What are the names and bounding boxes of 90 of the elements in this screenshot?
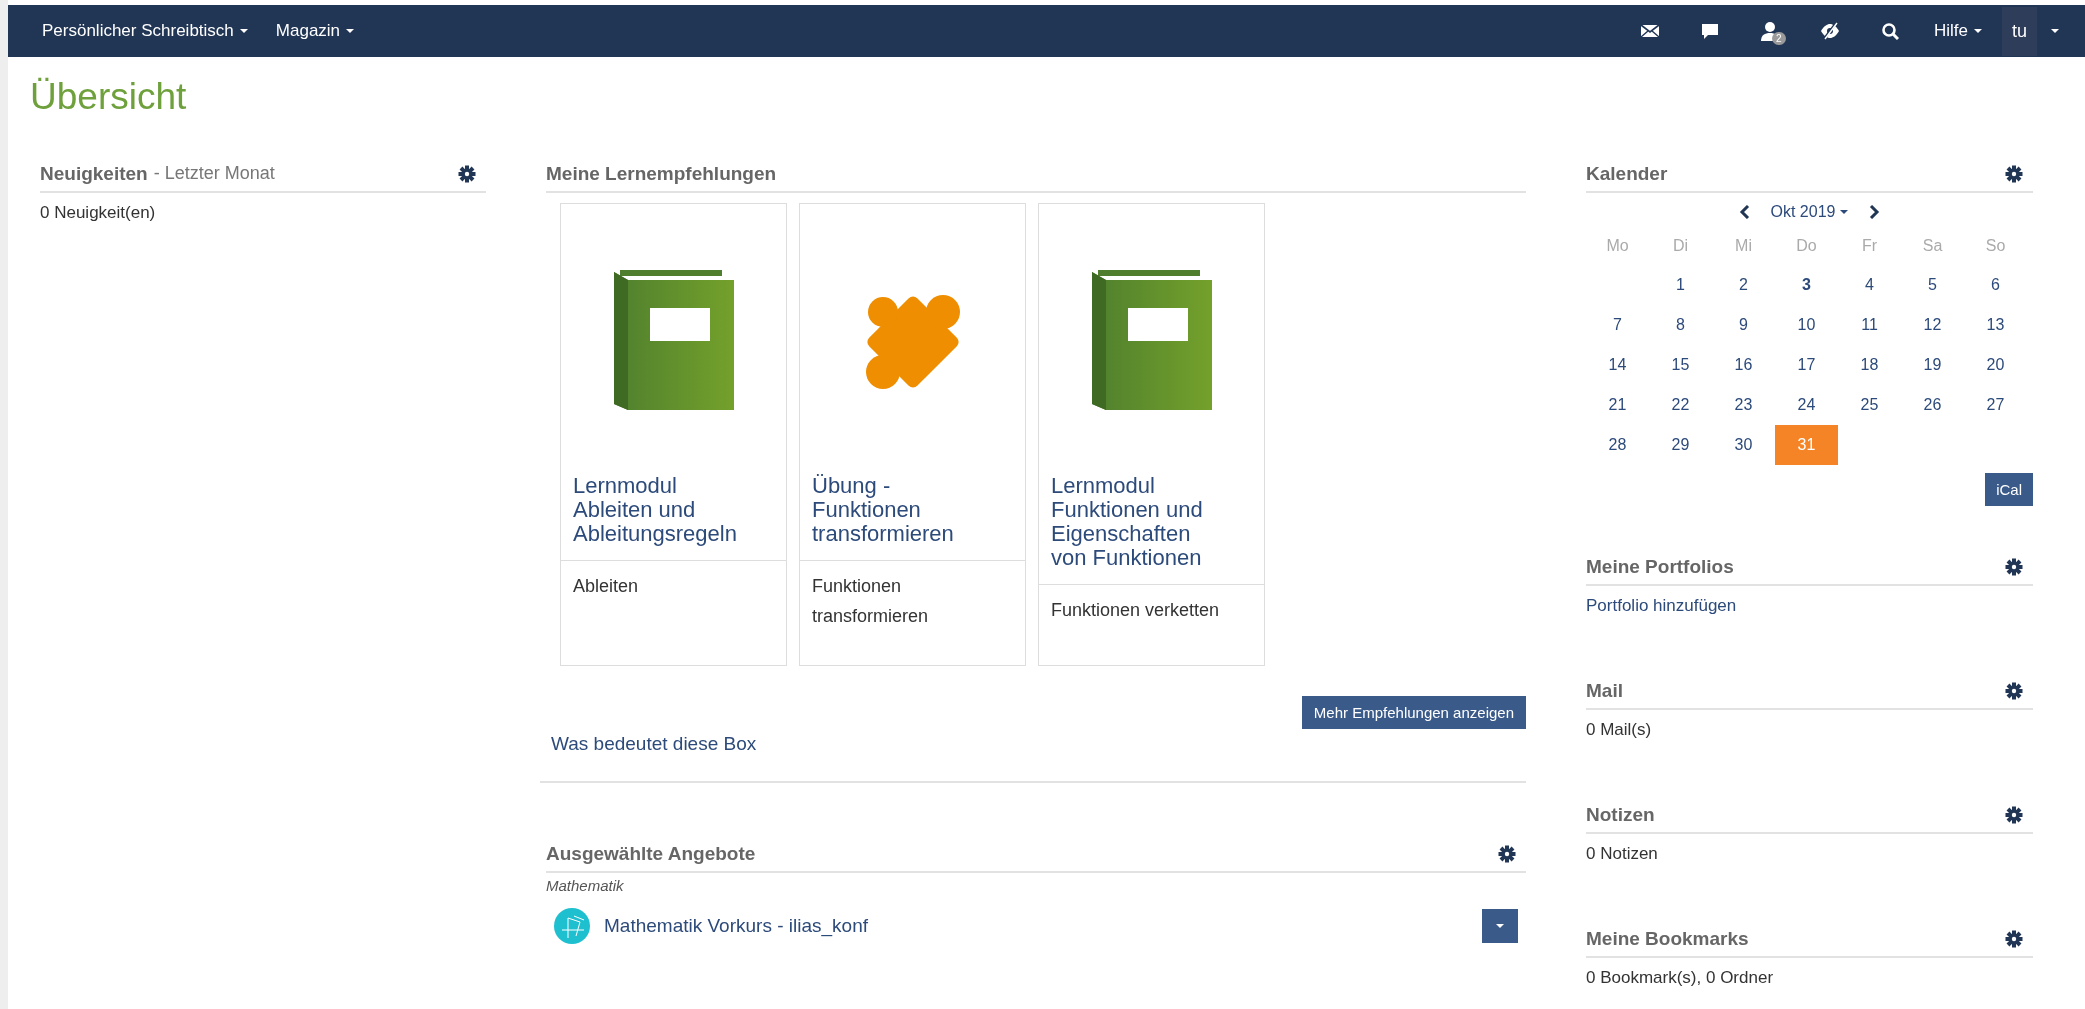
block-title: Notizen <box>1586 804 1655 826</box>
card-title: Lernmodul Ableiten und Ableitungsregeln <box>572 472 738 548</box>
help-menu[interactable]: Hilfe <box>1919 21 1996 41</box>
chat-icon <box>1700 22 1719 40</box>
calendar-day[interactable]: 20 <box>1964 345 2027 385</box>
weekday-label: Do <box>1795 236 1818 256</box>
calendar-day[interactable]: 12 <box>1901 305 1964 345</box>
calendar-day[interactable]: 2 <box>1712 265 1775 305</box>
calendar-day[interactable]: 29 <box>1649 425 1712 465</box>
calendar-day[interactable]: 7 <box>1586 305 1649 345</box>
calendar-day[interactable]: 6 <box>1964 265 2027 305</box>
calendar-day[interactable]: 30 <box>1712 425 1775 465</box>
weekday-label: Di <box>1671 236 1690 256</box>
mail-icon <box>1639 22 1660 40</box>
calendar-day[interactable]: 23 <box>1712 385 1775 425</box>
card-subtitle: Funktionen verketten <box>1039 584 1264 665</box>
settings-icon[interactable] <box>458 165 476 183</box>
weekday-label: Sa <box>1921 236 1944 256</box>
calendar-day[interactable]: 13 <box>1964 305 2027 345</box>
page-title: Übersicht <box>30 75 188 119</box>
block-title: Meine Lernempfehlungen <box>546 163 777 185</box>
caret-icon <box>1496 924 1504 928</box>
category-label: Mathematik <box>546 877 625 894</box>
calendar-day[interactable]: 21 <box>1586 385 1649 425</box>
more-recommendations-button[interactable]: Mehr Empfehlungen anzeigen <box>1301 696 1526 729</box>
card-title: Lernmodul Funktionen und Eigenschaften von Funktionen <box>1050 472 1204 572</box>
settings-icon[interactable] <box>2005 558 2023 576</box>
block-title: Kalender <box>1586 163 1668 185</box>
calendar-day[interactable]: 10 <box>1775 305 1838 345</box>
block-subtitle: - Letzter Monat <box>153 163 275 185</box>
recommendation-card[interactable]: Übung - Funktionen transformieren Funktionen transformieren <box>799 203 1026 666</box>
settings-icon[interactable] <box>2005 806 2023 824</box>
calendar-day[interactable]: 26 <box>1901 385 1964 425</box>
search-icon <box>1880 22 1899 40</box>
chevron-left-icon[interactable] <box>1738 205 1751 219</box>
block-title: Neuigkeiten <box>40 163 148 185</box>
course-link[interactable]: Mathematik Vorkurs - ilias_konf <box>604 915 1468 937</box>
recommendation-card[interactable]: Lernmodul Ableiten und Ableitungsregeln Ableiten <box>560 203 787 666</box>
calendar-day[interactable]: 16 <box>1712 345 1775 385</box>
caret-icon[interactable] <box>2051 29 2059 33</box>
settings-icon[interactable] <box>2005 165 2023 183</box>
eye-slash-icon <box>1819 21 1840 41</box>
calendar-day[interactable]: 9 <box>1712 305 1775 345</box>
ical-button[interactable]: iCal <box>1985 473 2033 506</box>
help-link[interactable]: Was bedeutet diese Box <box>551 733 1526 755</box>
weekday-label: Mo <box>1605 236 1630 256</box>
calendar-day[interactable]: 27 <box>1964 385 2027 425</box>
add-link[interactable]: Portfolio hinzufügen <box>1586 596 1737 615</box>
weekday-label: Fr <box>1860 236 1879 256</box>
news-count: 0 Neuigkeit(en) <box>40 203 157 223</box>
block-title: Meine Portfolios <box>1586 556 1734 578</box>
calendar-day[interactable]: 8 <box>1649 305 1712 345</box>
calendar-day[interactable]: 5 <box>1901 265 1964 305</box>
recommendation-card[interactable]: Lernmodul Funktionen und Eigenschaften von Funktionen Funktionen verketten <box>1038 203 1265 666</box>
card-subtitle: Funktionen transformieren <box>800 560 1025 641</box>
calendar-day[interactable]: 18 <box>1838 345 1901 385</box>
block-text: 0 Mail(s) <box>1586 720 1653 740</box>
weekday-label: Mi <box>1734 236 1753 256</box>
calendar-day[interactable]: 14 <box>1586 345 1649 385</box>
calendar-day[interactable]: 4 <box>1838 265 1901 305</box>
calendar-day[interactable]: 28 <box>1586 425 1649 465</box>
book-icon <box>1091 268 1212 410</box>
menu-dropdown[interactable]: Magazin <box>261 21 369 41</box>
settings-icon[interactable] <box>2005 682 2023 700</box>
menu-dropdown[interactable]: Persönlicher Schreibtisch <box>28 21 262 41</box>
chevron-right-icon[interactable] <box>1868 205 1881 219</box>
month-dropdown[interactable]: Okt 2019 <box>1770 203 1849 221</box>
settings-icon[interactable] <box>1498 845 1516 863</box>
settings-icon[interactable] <box>2005 930 2023 948</box>
calendar-day[interactable]: 24 <box>1775 385 1838 425</box>
block-text: 0 Bookmark(s), 0 Ordner <box>1586 968 1775 988</box>
calendar-day[interactable]: 19 <box>1901 345 1964 385</box>
calendar-day[interactable]: 11 <box>1838 305 1901 345</box>
calendar-day[interactable]: 1 <box>1649 265 1712 305</box>
book-icon <box>613 268 734 410</box>
calendar-day[interactable]: 25 <box>1838 385 1901 425</box>
course-icon <box>554 908 590 944</box>
block-title: Ausgewählte Angebote <box>546 843 756 865</box>
weekday-label: So <box>1984 236 2007 256</box>
calendar-day[interactable]: 22 <box>1649 385 1712 425</box>
calendar-day[interactable]: 3 <box>1775 265 1838 305</box>
user-menu-button[interactable]: tu <box>2002 6 2037 56</box>
block-title: Meine Bookmarks <box>1586 928 1749 950</box>
card-title: Übung - Funktionen transformieren <box>811 472 955 548</box>
calendar-day[interactable]: 15 <box>1649 345 1712 385</box>
block-text: 0 Notizen <box>1586 844 1659 864</box>
count-badge: 2 <box>1771 32 1786 45</box>
block-title: Mail <box>1586 680 1623 702</box>
card-subtitle: Ableiten <box>561 560 786 641</box>
calendar-day[interactable]: 17 <box>1775 345 1838 385</box>
